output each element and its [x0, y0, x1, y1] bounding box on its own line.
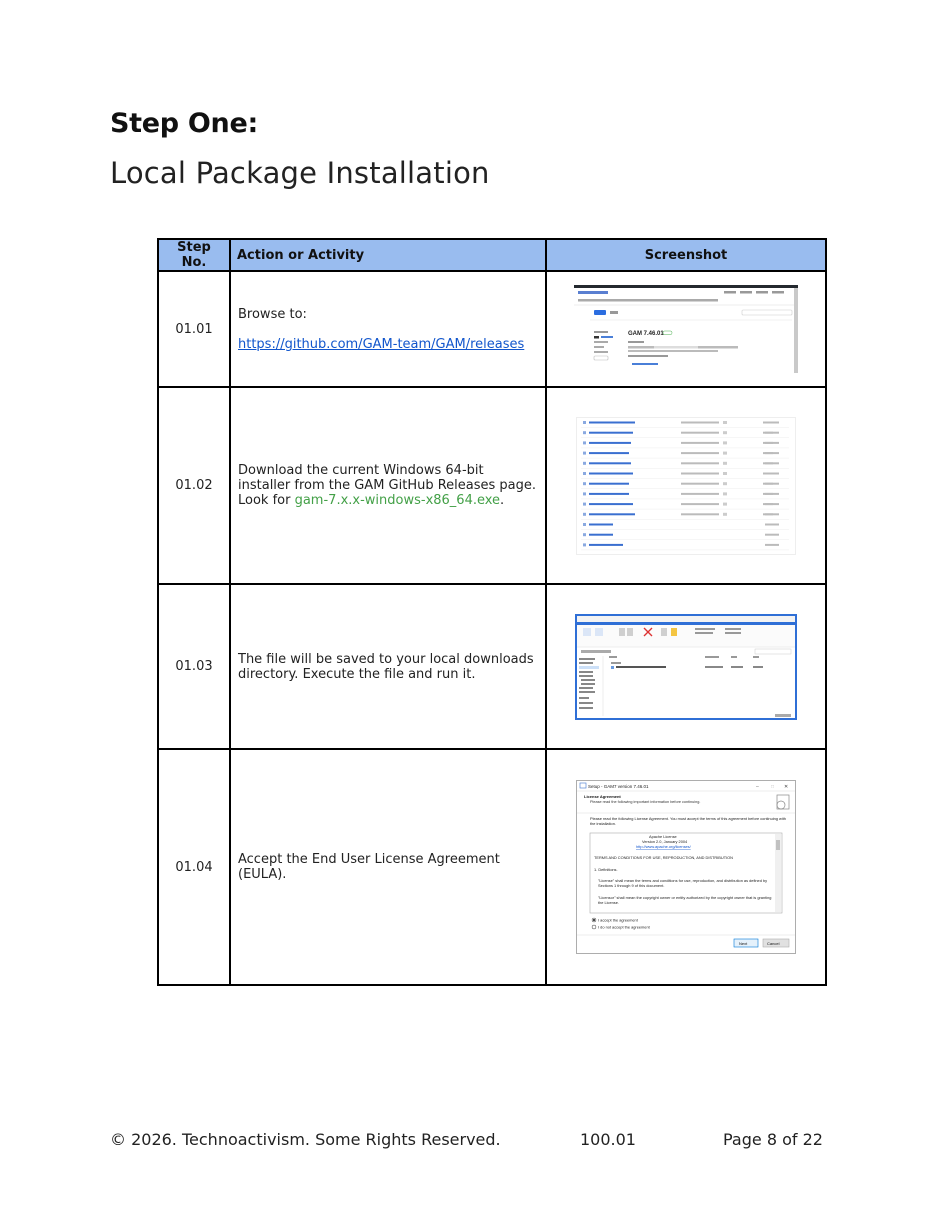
step-text: Accept the End User License Agreement (E…: [238, 852, 500, 882]
table-row: 01.02 Download the current Windows 64-bi…: [157, 386, 827, 585]
release-assets-screenshot: [576, 416, 796, 555]
step-action: Browse to: https://github.com/GAM-team/G…: [229, 270, 547, 388]
table-row: 01.03 The file will be saved to your loc…: [157, 583, 827, 750]
step-number: 01.03: [157, 583, 231, 750]
asset-row[interactable]: [581, 461, 789, 469]
setup-window-title: Setup - GAM7 version 7.46.01: [588, 784, 649, 789]
next-button-label: Next: [739, 941, 748, 946]
step-text: Browse to:: [238, 306, 307, 322]
github-page-image: GAM 7.46.01: [574, 285, 798, 373]
asset-row[interactable]: [581, 420, 789, 428]
table-row: 01.04 Accept the End User License Agreem…: [157, 748, 827, 986]
asset-row[interactable]: [581, 471, 789, 479]
maximize-icon[interactable]: □: [771, 784, 774, 790]
setup-wizard-screenshot: Setup - GAM7 version 7.46.01 – □ ✕ Licen…: [576, 780, 796, 954]
asset-row[interactable]: [581, 502, 789, 509]
minimize-icon[interactable]: –: [756, 784, 759, 790]
file-explorer-image: [575, 613, 797, 720]
step-heading: Step One:: [110, 108, 258, 139]
header-screenshot: Screenshot: [545, 238, 827, 272]
decline-label: I do not accept the agreement: [598, 925, 651, 930]
license-section-title: License Agreement: [584, 794, 621, 799]
license-instructions: Please read the following License Agreem…: [590, 816, 786, 826]
license-definition-2: "Licensor" shall mean the copyright owne…: [598, 895, 772, 905]
table-header-row: Step No. Action or Activity Screenshot: [157, 238, 827, 272]
footer-page-number: Page 8 of 22: [723, 1130, 823, 1149]
asset-row[interactable]: [581, 512, 789, 520]
license-section-subtitle: Please read the following important info…: [590, 800, 700, 804]
screenshot-cell: [545, 583, 827, 750]
header-step-no: Step No.: [157, 238, 231, 272]
installer-filename: gam-7.x.x-windows-x86_64.exe: [294, 493, 501, 508]
step-action: Accept the End User License Agreement (E…: [229, 748, 547, 986]
github-releases-link[interactable]: https://github.com/GAM-team/GAM/releases: [238, 337, 524, 352]
accept-label: I accept the agreement: [598, 918, 639, 923]
step-number: 01.04: [157, 748, 231, 986]
assets-list-image: [581, 420, 789, 550]
step-text-end: .: [500, 493, 505, 508]
screenshot-cell: GAM 7.46.01: [545, 270, 827, 388]
github-release-screenshot: GAM 7.46.01: [574, 285, 798, 373]
step-action: The file will be saved to your local dow…: [229, 583, 547, 750]
close-icon[interactable]: ✕: [784, 784, 788, 790]
license-url[interactable]: http://www.apache.org/licenses/: [636, 844, 692, 849]
cancel-button-label: Cancel: [767, 941, 780, 946]
asset-row[interactable]: [581, 440, 789, 448]
asset-row[interactable]: [581, 430, 789, 438]
section-subtitle: Local Package Installation: [110, 156, 490, 190]
footer-copyright: © 2026. Technoactivism. Some Rights Rese…: [110, 1130, 501, 1149]
screenshot-cell: Setup - GAM7 version 7.46.01 – □ ✕ Licen…: [545, 748, 827, 986]
footer-version: 100.01: [580, 1130, 636, 1149]
header-action: Action or Activity: [229, 238, 547, 272]
table-row: 01.01 Browse to: https://github.com/GAM-…: [157, 270, 827, 388]
asset-row[interactable]: [581, 451, 789, 458]
steps-table: Step No. Action or Activity Screenshot 0…: [157, 238, 827, 986]
asset-row[interactable]: [581, 532, 789, 540]
license-definition-1: "License" shall mean the terms and condi…: [598, 878, 768, 888]
step-number: 01.02: [157, 386, 231, 585]
screenshot-cell: [545, 386, 827, 585]
license-terms-heading: TERMS AND CONDITIONS FOR USE, REPRODUCTI…: [594, 855, 733, 860]
explorer-screenshot: [575, 613, 797, 720]
step-number: 01.01: [157, 270, 231, 388]
decline-radio[interactable]: [591, 924, 597, 930]
release-title: GAM 7.46.01: [628, 331, 664, 337]
setup-wizard-image: Setup - GAM7 version 7.46.01 – □ ✕ Licen…: [576, 780, 796, 954]
asset-row[interactable]: [581, 542, 789, 550]
license-definitions-heading: 1. Definitions.: [594, 867, 618, 872]
asset-row[interactable]: [581, 522, 789, 530]
step-action: Download the current Windows 64-bit inst…: [229, 386, 547, 585]
step-text: The file will be saved to your local dow…: [238, 651, 534, 682]
asset-row[interactable]: [581, 491, 789, 499]
asset-row[interactable]: [581, 481, 789, 489]
